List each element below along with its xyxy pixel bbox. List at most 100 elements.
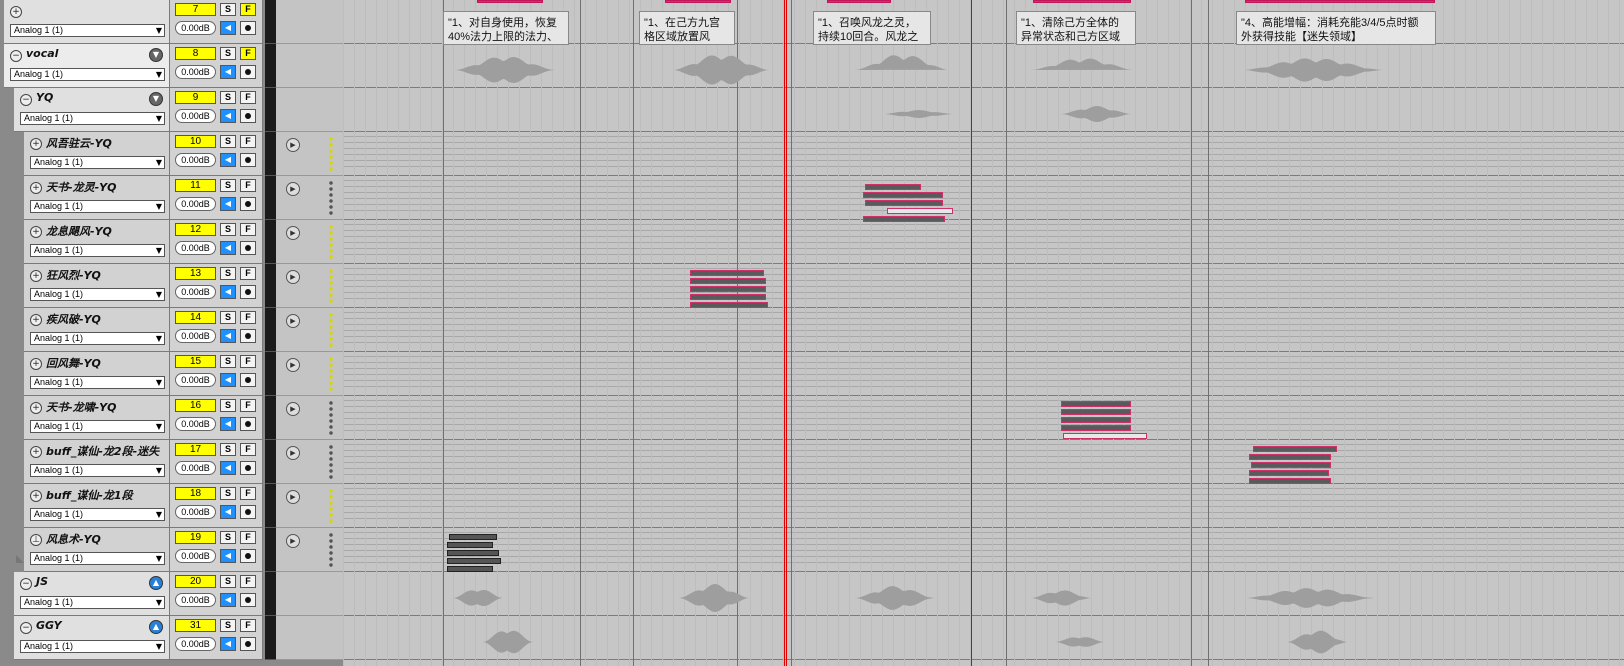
play-icon[interactable]: ▶ (286, 402, 300, 416)
input-select[interactable]: Analog 1 (1) ▼ (30, 552, 165, 565)
record-arm-icon[interactable] (240, 461, 256, 475)
folder-toggle-icon[interactable]: ▼ (149, 92, 163, 106)
input-select[interactable]: Analog 1 (1) ▼ (20, 112, 165, 125)
solo-button[interactable]: S (220, 399, 236, 412)
audio-waveform[interactable] (1031, 580, 1091, 616)
play-icon[interactable]: ▶ (286, 490, 300, 504)
solo-button[interactable]: S (220, 135, 236, 148)
fx-button[interactable]: F (240, 619, 256, 632)
track-row[interactable]: + 狂风烈-YQ Analog 1 (1) ▼ 13 S F 0.00dB ◀ … (0, 264, 343, 308)
midi-note-bar[interactable] (1249, 454, 1331, 460)
solo-button[interactable]: S (220, 179, 236, 192)
track-name[interactable]: YQ (36, 91, 53, 104)
midi-note-bar[interactable] (690, 270, 764, 276)
audio-waveform[interactable] (483, 624, 533, 660)
fx-button[interactable]: F (240, 355, 256, 368)
input-select[interactable]: Analog 1 (1) ▼ (30, 288, 165, 301)
audio-waveform[interactable] (679, 580, 749, 616)
track-row[interactable]: + 风吾驻云-YQ Analog 1 (1) ▼ 10 S F 0.00dB ◀… (0, 132, 343, 176)
track-name[interactable]: 天书-龙灵-YQ (46, 179, 116, 195)
expand-collapse-icon[interactable]: − (20, 578, 32, 590)
track-name-panel[interactable]: + 天书-龙啸-YQ Analog 1 (1) ▼ (24, 396, 170, 440)
track-row[interactable]: + 疾风破-YQ Analog 1 (1) ▼ 14 S F 0.00dB ◀ … (0, 308, 343, 352)
track-row[interactable]: + 天书-龙灵-YQ Analog 1 (1) ▼ 11 S F 0.00dB … (0, 176, 343, 220)
midi-note-bar[interactable] (690, 302, 768, 308)
midi-note-bar[interactable] (1249, 478, 1331, 484)
record-arm-icon[interactable] (240, 241, 256, 255)
media-item-edge[interactable] (1245, 0, 1435, 3)
midi-note-bar[interactable] (1063, 433, 1147, 439)
track-name[interactable]: 天书-龙啸-YQ (46, 399, 116, 415)
speaker-icon[interactable]: ◀ (220, 549, 236, 563)
speaker-icon[interactable]: ◀ (220, 197, 236, 211)
fx-button[interactable]: F (240, 47, 256, 60)
midi-note-bar[interactable] (447, 542, 493, 548)
text-item[interactable]: "1、召唤风龙之灵， 持续10回合。风龙之 (813, 11, 931, 45)
track-name[interactable]: 回风舞-YQ (46, 355, 101, 371)
speaker-icon[interactable]: ◀ (220, 329, 236, 343)
record-arm-icon[interactable] (240, 109, 256, 123)
track-name[interactable]: 风吾驻云-YQ (46, 135, 112, 151)
track-row[interactable]: ⊥ 风息术-YQ Analog 1 (1) ▼ 19 S F 0.00dB ◀ … (0, 528, 343, 572)
volume-field[interactable]: 0.00dB (175, 461, 216, 475)
media-item-edge[interactable] (827, 0, 891, 3)
fx-button[interactable]: F (240, 223, 256, 236)
input-select[interactable]: Analog 1 (1) ▼ (20, 640, 165, 653)
solo-button[interactable]: S (220, 91, 236, 104)
input-select[interactable]: Analog 1 (1) ▼ (30, 420, 165, 433)
midi-note-bar[interactable] (863, 192, 943, 198)
speaker-icon[interactable]: ◀ (220, 285, 236, 299)
expand-collapse-icon[interactable]: + (30, 402, 42, 414)
track-name[interactable]: GGY (36, 619, 62, 632)
midi-note-bar[interactable] (1061, 425, 1131, 431)
fx-button[interactable]: F (240, 135, 256, 148)
expand-collapse-icon[interactable]: + (30, 138, 42, 150)
track-name-panel[interactable]: + 疾风破-YQ Analog 1 (1) ▼ (24, 308, 170, 352)
record-arm-icon[interactable] (240, 593, 256, 607)
input-select[interactable]: Analog 1 (1) ▼ (30, 200, 165, 213)
track-name-panel[interactable]: ⊥ 风息术-YQ Analog 1 (1) ▼ (24, 528, 170, 572)
audio-waveform[interactable] (1031, 52, 1135, 88)
midi-note-bar[interactable] (447, 566, 493, 572)
solo-button[interactable]: S (220, 531, 236, 544)
play-icon[interactable]: ▶ (286, 446, 300, 460)
record-arm-icon[interactable] (240, 417, 256, 431)
expand-collapse-icon[interactable]: + (30, 182, 42, 194)
speaker-icon[interactable]: ◀ (220, 417, 236, 431)
audio-waveform[interactable] (455, 52, 555, 88)
expand-collapse-icon[interactable]: + (30, 490, 42, 502)
midi-note-bar[interactable] (690, 294, 766, 300)
midi-note-bar[interactable] (1061, 401, 1131, 407)
text-item[interactable]: "1、在己方九宫 格区域放置风 (639, 11, 735, 45)
fx-button[interactable]: F (240, 443, 256, 456)
speaker-icon[interactable]: ◀ (220, 461, 236, 475)
solo-button[interactable]: S (220, 267, 236, 280)
input-select[interactable]: Analog 1 (1) ▼ (30, 376, 165, 389)
media-item-edge[interactable] (1033, 0, 1131, 3)
fx-button[interactable]: F (240, 267, 256, 280)
play-icon[interactable]: ▶ (286, 182, 300, 196)
midi-note-bar[interactable] (865, 200, 943, 206)
track-row[interactable]: − GGY ▲ Analog 1 (1) ▼ 31 S F 0.00dB ◀ (0, 616, 343, 660)
track-name-panel[interactable]: + buff_谋仙-龙2段-迷失 Analog 1 (1) ▼ (24, 440, 170, 484)
fx-button[interactable]: F (240, 91, 256, 104)
track-name-panel[interactable]: + 狂风烈-YQ Analog 1 (1) ▼ (24, 264, 170, 308)
track-row[interactable]: + Analog 1 (1) ▼ 7 S F 0.00dB ◀ (0, 0, 343, 44)
play-icon[interactable]: ▶ (286, 534, 300, 548)
input-select[interactable]: Analog 1 (1) ▼ (30, 332, 165, 345)
expand-collapse-icon[interactable]: − (20, 94, 32, 106)
track-row[interactable]: + 龙息飓风-YQ Analog 1 (1) ▼ 12 S F 0.00dB ◀… (0, 220, 343, 264)
midi-note-bar[interactable] (447, 550, 499, 556)
media-item-edge[interactable] (665, 0, 731, 3)
midi-note-bar[interactable] (1249, 470, 1329, 476)
expand-collapse-icon[interactable]: + (30, 358, 42, 370)
volume-field[interactable]: 0.00dB (175, 637, 216, 651)
midi-note-bar[interactable] (865, 184, 921, 190)
volume-field[interactable]: 0.00dB (175, 153, 216, 167)
volume-field[interactable]: 0.00dB (175, 109, 216, 123)
track-name[interactable]: vocal (26, 47, 58, 60)
solo-button[interactable]: S (220, 355, 236, 368)
fx-button[interactable]: F (240, 3, 256, 16)
play-icon[interactable]: ▶ (286, 226, 300, 240)
text-item[interactable]: "4、高能增幅：消耗充能3/4/5点时额 外获得技能【迷失领域】 (1236, 11, 1436, 45)
